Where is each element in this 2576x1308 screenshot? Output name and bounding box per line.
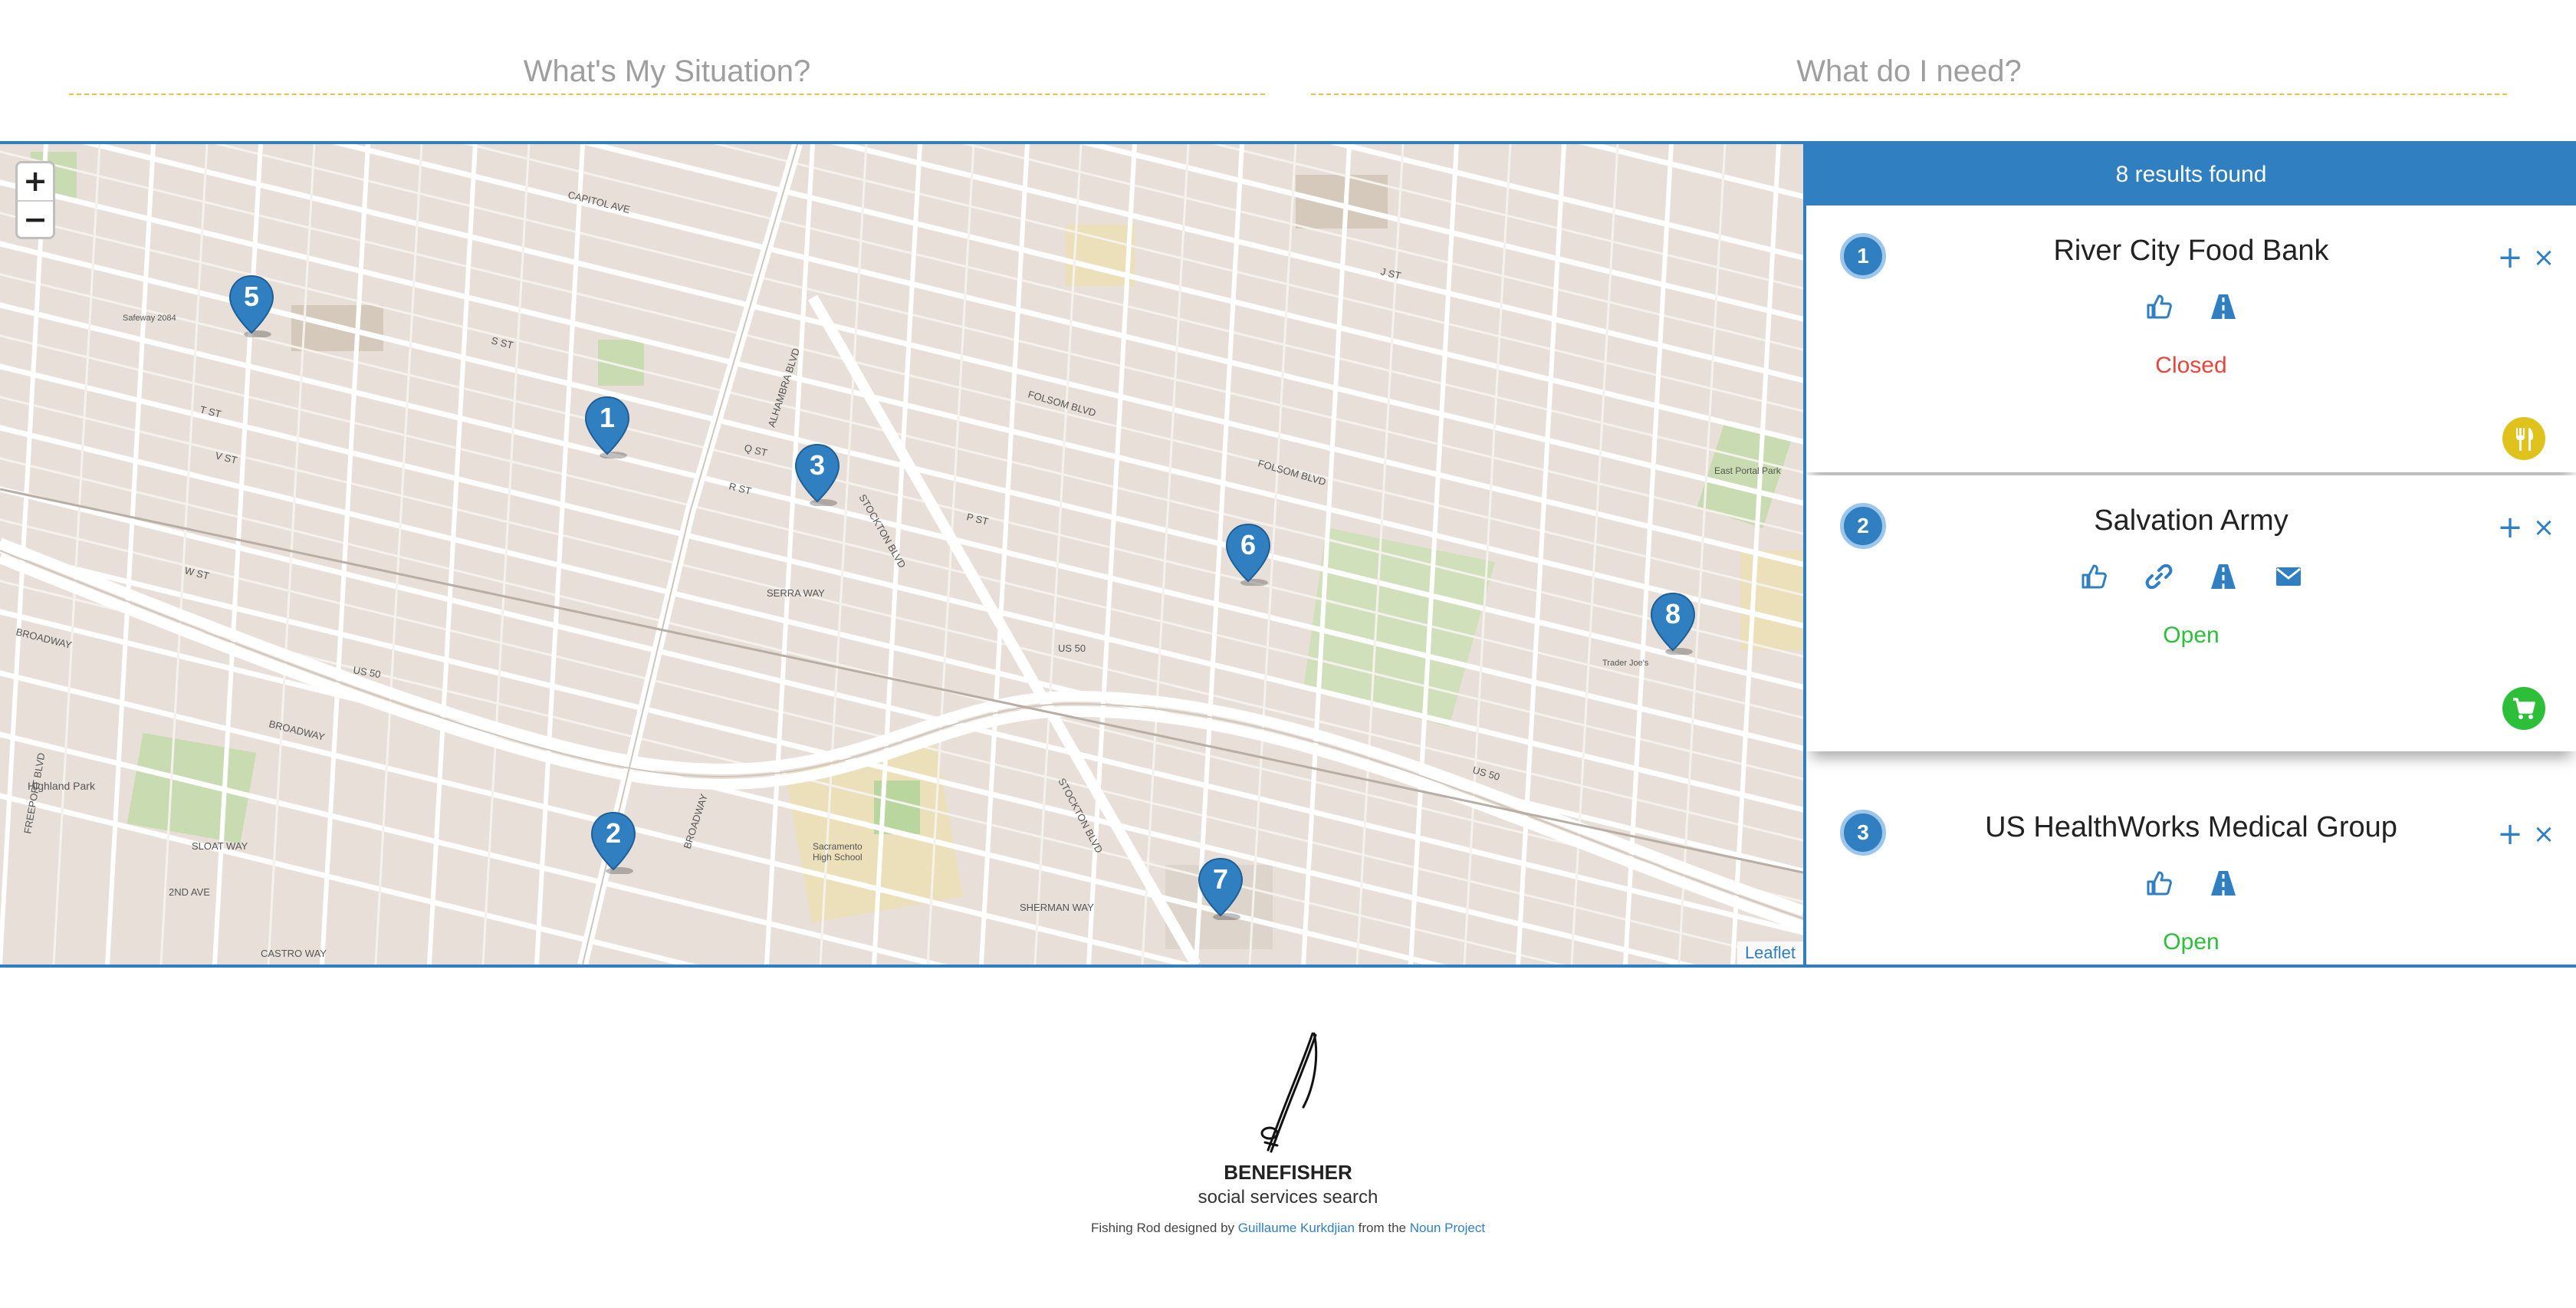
status-label: Open	[2163, 929, 2220, 955]
result-card[interactable]: 2 Salvation Army + × Open	[1806, 475, 2576, 751]
map-marker-3[interactable]: 3	[793, 442, 842, 506]
icon-credit: Fishing Rod designed by Guillaume Kurkdj…	[0, 1221, 2576, 1236]
brand-tagline: social services search	[1198, 1187, 1378, 1208]
result-card[interactable]: 3 US HealthWorks Medical Group + × Open	[1806, 782, 2576, 965]
thumbs-up-icon[interactable]	[2078, 561, 2109, 592]
road-icon[interactable]	[2208, 868, 2239, 899]
road-icon[interactable]	[2208, 561, 2239, 592]
map-marker-1[interactable]: 1	[583, 394, 632, 458]
fishing-rod-icon	[1242, 1030, 1334, 1153]
zoom-out-button[interactable]: −	[18, 200, 53, 237]
map-marker-2[interactable]: 2	[589, 810, 638, 874]
situation-dropdown[interactable]: What's My Situation?	[69, 48, 1265, 95]
thumbs-up-icon[interactable]	[2144, 868, 2174, 899]
thumbs-up-icon[interactable]	[2144, 291, 2174, 322]
svg-text:SLOAT WAY: SLOAT WAY	[192, 840, 248, 852]
map-view[interactable]: CAPITOL AVE FOLSOM BLVD FOLSOM BLVD STOC…	[0, 141, 1803, 968]
result-name: River City Food Bank	[2053, 235, 2329, 267]
credit-prefix: Fishing Rod designed by	[1090, 1221, 1235, 1235]
needs-dropdown[interactable]: What do I need?	[1311, 48, 2507, 95]
results-count: 8 results found	[1806, 144, 2576, 205]
svg-text:Highland Park: Highland Park	[28, 780, 96, 792]
add-button[interactable]: +	[2496, 512, 2524, 543]
svg-text:US 50: US 50	[1058, 642, 1086, 654]
filter-header: What's My Situation? What do I need?	[0, 0, 2576, 141]
marker-number: 1	[599, 402, 616, 433]
map-marker-5[interactable]: 5	[227, 273, 276, 337]
result-actions	[1806, 561, 2576, 592]
result-actions	[1806, 868, 2576, 899]
zoom-in-button[interactable]: +	[18, 163, 53, 200]
footer: BENEFISHER social services search Fishin…	[0, 968, 2576, 1308]
marker-number: 6	[1240, 529, 1257, 560]
result-actions	[1806, 291, 2576, 322]
results-panel: 8 results found 1 River City Food Bank +…	[1803, 141, 2576, 968]
designer-link[interactable]: Guillaume Kurkdjian	[1238, 1221, 1355, 1235]
add-button[interactable]: +	[2496, 819, 2524, 850]
shopping-cart-icon	[2502, 687, 2545, 730]
map-marker-7[interactable]: 7	[1196, 856, 1245, 920]
envelope-icon[interactable]	[2273, 561, 2304, 592]
dismiss-button[interactable]: ×	[2530, 244, 2558, 271]
noun-project-link[interactable]: Noun Project	[1410, 1221, 1485, 1235]
result-card[interactable]: 1 River City Food Bank + × Closed	[1806, 205, 2576, 472]
zoom-control: + −	[15, 161, 55, 239]
result-name: US HealthWorks Medical Group	[1985, 811, 2397, 843]
map-attribution-link[interactable]: Leaflet	[1737, 942, 1803, 965]
dismiss-button[interactable]: ×	[2530, 514, 2558, 541]
svg-text:Trader Joe's: Trader Joe's	[1602, 659, 1649, 668]
svg-text:2ND AVE: 2ND AVE	[169, 886, 210, 898]
dismiss-button[interactable]: ×	[2530, 820, 2558, 848]
map-marker-8[interactable]: 8	[1648, 590, 1697, 655]
svg-text:CASTRO WAY: CASTRO WAY	[261, 948, 327, 959]
map-tiles[interactable]: CAPITOL AVE FOLSOM BLVD FOLSOM BLVD STOC…	[0, 144, 1803, 965]
marker-number: 5	[243, 281, 260, 312]
marker-number: 3	[809, 449, 826, 481]
marker-number: 2	[605, 817, 622, 849]
status-label: Closed	[2155, 353, 2227, 378]
svg-text:Sacramento: Sacramento	[813, 841, 863, 852]
map-marker-6[interactable]: 6	[1224, 521, 1273, 586]
svg-text:High School: High School	[813, 852, 863, 863]
add-button[interactable]: +	[2496, 242, 2524, 273]
link-icon[interactable]	[2144, 561, 2174, 592]
brand-name: BENEFISHER	[1224, 1161, 1352, 1184]
status-label: Open	[2163, 623, 2220, 648]
svg-text:Safeway 2084: Safeway 2084	[123, 314, 176, 323]
svg-text:SHERMAN WAY: SHERMAN WAY	[1020, 902, 1094, 913]
credit-middle: from the	[1358, 1221, 1407, 1235]
svg-text:East Portal Park: East Portal Park	[1714, 465, 1782, 476]
marker-number: 7	[1212, 863, 1229, 895]
svg-text:SERRA WAY: SERRA WAY	[767, 587, 825, 599]
utensils-icon	[2502, 417, 2545, 460]
marker-number: 8	[1664, 598, 1681, 629]
result-name: Salvation Army	[2094, 504, 2288, 537]
road-icon[interactable]	[2208, 291, 2239, 322]
